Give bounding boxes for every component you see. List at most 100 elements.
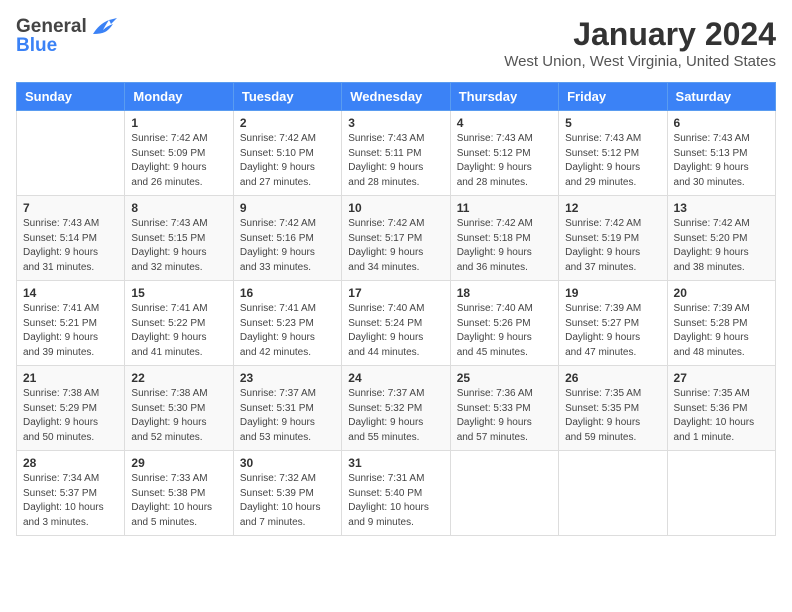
calendar-cell: 28Sunrise: 7:34 AMSunset: 5:37 PMDayligh… <box>17 451 125 536</box>
calendar-week-row: 21 Sunrise: 7:38 AMSunset: 5:29 PMDayligh… <box>17 366 776 451</box>
day-info: Sunrise: 7:40 AMSunset: 5:24 PMDaylight:… <box>348 302 443 360</box>
day-number: 17 <box>348 286 443 300</box>
day-info: Sunrise: 7:39 AMSunset: 5:28 PMDaylight:… <box>674 302 769 360</box>
day-info: Sunrise: 7:36 AMSunset: 5:33 PMDaylight:… <box>457 387 552 445</box>
calendar-cell <box>450 451 558 536</box>
day-number: 24 <box>348 371 443 385</box>
day-info: Sunrise: 7:41 AMSunset: 5:23 PMDaylight:… <box>240 302 335 360</box>
day-info: Sunrise: 7:34 AMSunset: 5:37 PMDaylight:… <box>23 472 118 530</box>
day-number: 29 <box>131 456 226 470</box>
calendar-cell: 9Sunrise: 7:42 AMSunset: 5:16 PMDaylight… <box>233 196 341 281</box>
calendar-cell <box>17 111 125 196</box>
day-info: Sunrise: 7:42 AMSunset: 5:17 PMDaylight:… <box>348 217 443 275</box>
day-of-week-header: Thursday <box>450 83 558 111</box>
day-number: 9 <box>240 201 335 215</box>
day-number: 15 <box>131 286 226 300</box>
day-number: 19 <box>565 286 660 300</box>
day-number: 14 <box>23 286 118 300</box>
calendar-cell: 24 Sunrise: 7:37 AMSunset: 5:32 PMDayligh… <box>342 366 450 451</box>
day-info: Sunrise: 7:43 AMSunset: 5:11 PMDaylight:… <box>348 132 443 190</box>
calendar-cell: 5 Sunrise: 7:43 AMSunset: 5:12 PMDaylight… <box>559 111 667 196</box>
day-of-week-header: Tuesday <box>233 83 341 111</box>
calendar-week-row: 28Sunrise: 7:34 AMSunset: 5:37 PMDayligh… <box>17 451 776 536</box>
month-title: January 2024 <box>504 16 776 53</box>
calendar-cell: 15 Sunrise: 7:41 AMSunset: 5:22 PMDayligh… <box>125 281 233 366</box>
day-number: 20 <box>674 286 769 300</box>
calendar-cell: 31 Sunrise: 7:31 AMSunset: 5:40 PMDayligh… <box>342 451 450 536</box>
day-info: Sunrise: 7:42 AMSunset: 5:09 PMDaylight:… <box>131 132 226 190</box>
day-info: Sunrise: 7:43 AMSunset: 5:14 PMDaylight:… <box>23 217 118 275</box>
calendar-cell: 4Sunrise: 7:43 AMSunset: 5:12 PMDaylight… <box>450 111 558 196</box>
day-number: 22 <box>131 371 226 385</box>
day-info: Sunrise: 7:39 AMSunset: 5:27 PMDaylight:… <box>565 302 660 360</box>
calendar-cell: 11 Sunrise: 7:42 AMSunset: 5:18 PMDayligh… <box>450 196 558 281</box>
day-number: 8 <box>131 201 226 215</box>
day-of-week-header: Saturday <box>667 83 775 111</box>
calendar-cell: 29Sunrise: 7:33 AMSunset: 5:38 PMDayligh… <box>125 451 233 536</box>
calendar-table: SundayMondayTuesdayWednesdayThursdayFrid… <box>16 82 776 536</box>
day-info: Sunrise: 7:41 AMSunset: 5:22 PMDaylight:… <box>131 302 226 360</box>
day-of-week-header: Sunday <box>17 83 125 111</box>
day-number: 12 <box>565 201 660 215</box>
calendar-cell: 3 Sunrise: 7:43 AMSunset: 5:11 PMDaylight… <box>342 111 450 196</box>
calendar-cell: 12 Sunrise: 7:42 AMSunset: 5:19 PMDayligh… <box>559 196 667 281</box>
page-header: General Blue January 2024 West Union, We… <box>16 16 776 70</box>
day-of-week-header: Monday <box>125 83 233 111</box>
day-number: 18 <box>457 286 552 300</box>
logo: General Blue <box>16 16 117 55</box>
day-number: 31 <box>348 456 443 470</box>
day-info: Sunrise: 7:43 AMSunset: 5:12 PMDaylight:… <box>565 132 660 190</box>
day-of-week-header: Wednesday <box>342 83 450 111</box>
day-info: Sunrise: 7:38 AMSunset: 5:30 PMDaylight:… <box>131 387 226 445</box>
day-of-week-header: Friday <box>559 83 667 111</box>
calendar-cell: 8Sunrise: 7:43 AMSunset: 5:15 PMDaylight… <box>125 196 233 281</box>
logo-blue-text: Blue <box>16 36 57 55</box>
day-number: 2 <box>240 116 335 130</box>
calendar-cell: 2 Sunrise: 7:42 AMSunset: 5:10 PMDaylight… <box>233 111 341 196</box>
calendar-cell: 7 Sunrise: 7:43 AMSunset: 5:14 PMDaylight… <box>17 196 125 281</box>
calendar-cell: 1 Sunrise: 7:42 AMSunset: 5:09 PMDaylight… <box>125 111 233 196</box>
calendar-cell: 30Sunrise: 7:32 AMSunset: 5:39 PMDayligh… <box>233 451 341 536</box>
day-info: Sunrise: 7:43 AMSunset: 5:13 PMDaylight:… <box>674 132 769 190</box>
calendar-cell: 25 Sunrise: 7:36 AMSunset: 5:33 PMDayligh… <box>450 366 558 451</box>
day-info: Sunrise: 7:42 AMSunset: 5:10 PMDaylight:… <box>240 132 335 190</box>
day-number: 11 <box>457 201 552 215</box>
day-info: Sunrise: 7:40 AMSunset: 5:26 PMDaylight:… <box>457 302 552 360</box>
day-number: 21 <box>23 371 118 385</box>
day-info: Sunrise: 7:31 AMSunset: 5:40 PMDaylight:… <box>348 472 443 530</box>
day-number: 7 <box>23 201 118 215</box>
day-info: Sunrise: 7:41 AMSunset: 5:21 PMDaylight:… <box>23 302 118 360</box>
day-info: Sunrise: 7:42 AMSunset: 5:18 PMDaylight:… <box>457 217 552 275</box>
day-number: 1 <box>131 116 226 130</box>
calendar-cell: 13Sunrise: 7:42 AMSunset: 5:20 PMDayligh… <box>667 196 775 281</box>
day-info: Sunrise: 7:35 AMSunset: 5:35 PMDaylight:… <box>565 387 660 445</box>
day-number: 26 <box>565 371 660 385</box>
calendar-cell: 14 Sunrise: 7:41 AMSunset: 5:21 PMDayligh… <box>17 281 125 366</box>
calendar-cell <box>667 451 775 536</box>
calendar-cell: 19 Sunrise: 7:39 AMSunset: 5:27 PMDayligh… <box>559 281 667 366</box>
calendar-cell <box>559 451 667 536</box>
day-info: Sunrise: 7:37 AMSunset: 5:31 PMDaylight:… <box>240 387 335 445</box>
calendar-cell: 27 Sunrise: 7:35 AMSunset: 5:36 PMDayligh… <box>667 366 775 451</box>
day-number: 30 <box>240 456 335 470</box>
calendar-cell: 26 Sunrise: 7:35 AMSunset: 5:35 PMDayligh… <box>559 366 667 451</box>
day-info: Sunrise: 7:38 AMSunset: 5:29 PMDaylight:… <box>23 387 118 445</box>
logo-bird-icon <box>89 16 117 38</box>
title-area: January 2024 West Union, West Virginia, … <box>504 16 776 70</box>
day-number: 5 <box>565 116 660 130</box>
day-info: Sunrise: 7:42 AMSunset: 5:19 PMDaylight:… <box>565 217 660 275</box>
calendar-week-row: 14 Sunrise: 7:41 AMSunset: 5:21 PMDayligh… <box>17 281 776 366</box>
calendar-cell: 21 Sunrise: 7:38 AMSunset: 5:29 PMDayligh… <box>17 366 125 451</box>
calendar-cell: 16Sunrise: 7:41 AMSunset: 5:23 PMDayligh… <box>233 281 341 366</box>
day-info: Sunrise: 7:35 AMSunset: 5:36 PMDaylight:… <box>674 387 769 445</box>
day-number: 25 <box>457 371 552 385</box>
day-number: 23 <box>240 371 335 385</box>
day-number: 3 <box>348 116 443 130</box>
day-info: Sunrise: 7:43 AMSunset: 5:12 PMDaylight:… <box>457 132 552 190</box>
day-number: 6 <box>674 116 769 130</box>
calendar-cell: 23 Sunrise: 7:37 AMSunset: 5:31 PMDayligh… <box>233 366 341 451</box>
day-info: Sunrise: 7:37 AMSunset: 5:32 PMDaylight:… <box>348 387 443 445</box>
calendar-cell: 10Sunrise: 7:42 AMSunset: 5:17 PMDayligh… <box>342 196 450 281</box>
calendar-cell: 17 Sunrise: 7:40 AMSunset: 5:24 PMDayligh… <box>342 281 450 366</box>
day-number: 27 <box>674 371 769 385</box>
